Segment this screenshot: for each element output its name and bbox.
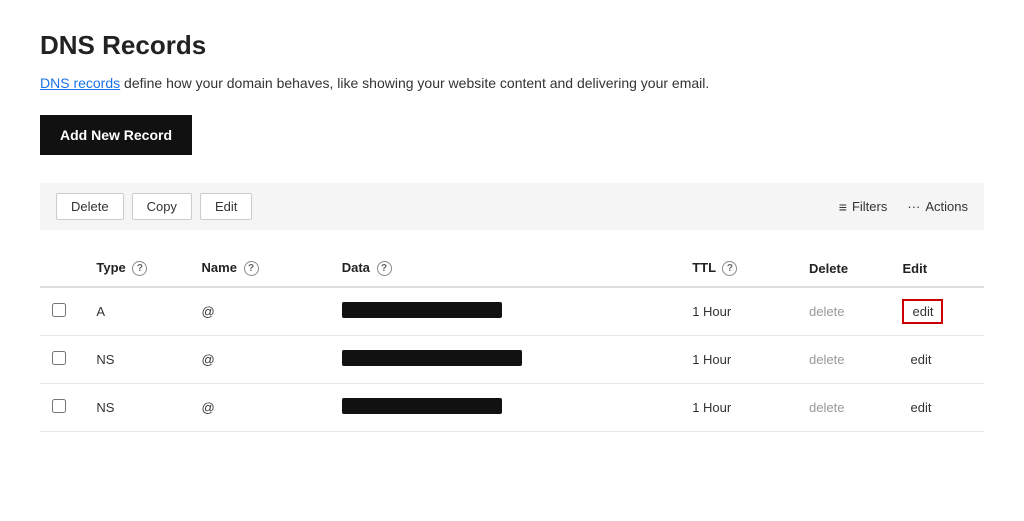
data-redacted-block [342,302,502,318]
dns-records-table: Type ? Name ? Data ? TTL ? Delete Edit A [40,250,984,432]
row-edit-cell: edit [890,336,984,384]
copy-button[interactable]: Copy [132,193,192,220]
subtitle: DNS records define how your domain behav… [40,75,984,91]
filters-label: Filters [852,199,887,214]
toolbar: Delete Copy Edit ≡ Filters ··· Actions [40,183,984,230]
filter-icon: ≡ [839,199,847,215]
name-help-icon[interactable]: ? [244,261,259,276]
row-edit-link[interactable]: edit [902,397,939,418]
actions-icon: ··· [907,199,920,214]
row-delete-link[interactable]: delete [809,304,844,319]
row-edit-link[interactable]: edit [902,349,939,370]
row-edit-link[interactable]: edit [902,299,943,324]
data-redacted-block [342,350,522,366]
row-delete-link[interactable]: delete [809,400,844,415]
row-delete-cell: delete [797,384,890,432]
dns-records-link[interactable]: DNS records [40,75,120,91]
row-name: @ [190,336,330,384]
row-type: NS [84,336,189,384]
delete-button[interactable]: Delete [56,193,124,220]
page-title: DNS Records [40,30,984,61]
row-checkbox[interactable] [52,351,66,365]
add-new-record-button[interactable]: Add New Record [40,115,192,155]
actions-label: Actions [925,199,968,214]
row-name: @ [190,384,330,432]
ttl-help-icon[interactable]: ? [722,261,737,276]
header-delete: Delete [797,250,890,287]
row-edit-cell: edit [890,287,984,336]
row-data [330,384,680,432]
row-data [330,287,680,336]
data-redacted-block [342,398,502,414]
row-checkbox-cell [40,287,84,336]
edit-button[interactable]: Edit [200,193,252,220]
row-ttl: 1 Hour [680,287,797,336]
row-ttl: 1 Hour [680,384,797,432]
row-checkbox[interactable] [52,399,66,413]
row-type: A [84,287,189,336]
data-help-icon[interactable]: ? [377,261,392,276]
table-header-row: Type ? Name ? Data ? TTL ? Delete Edit [40,250,984,287]
row-delete-cell: delete [797,287,890,336]
row-delete-cell: delete [797,336,890,384]
header-type: Type ? [84,250,189,287]
actions-button[interactable]: ··· Actions [907,199,968,214]
table-row: NS @ 1 Hour delete edit [40,336,984,384]
header-edit: Edit [890,250,984,287]
type-help-icon[interactable]: ? [132,261,147,276]
row-checkbox-cell [40,384,84,432]
row-data [330,336,680,384]
filters-button[interactable]: ≡ Filters [839,199,888,215]
toolbar-right: ≡ Filters ··· Actions [839,199,968,215]
row-checkbox[interactable] [52,303,66,317]
toolbar-left: Delete Copy Edit [56,193,839,220]
header-checkbox-cell [40,250,84,287]
header-data: Data ? [330,250,680,287]
row-type: NS [84,384,189,432]
row-name: @ [190,287,330,336]
header-ttl: TTL ? [680,250,797,287]
header-name: Name ? [190,250,330,287]
table-row: A @ 1 Hour delete edit [40,287,984,336]
row-ttl: 1 Hour [680,336,797,384]
row-delete-link[interactable]: delete [809,352,844,367]
table-row: NS @ 1 Hour delete edit [40,384,984,432]
row-checkbox-cell [40,336,84,384]
row-edit-cell: edit [890,384,984,432]
